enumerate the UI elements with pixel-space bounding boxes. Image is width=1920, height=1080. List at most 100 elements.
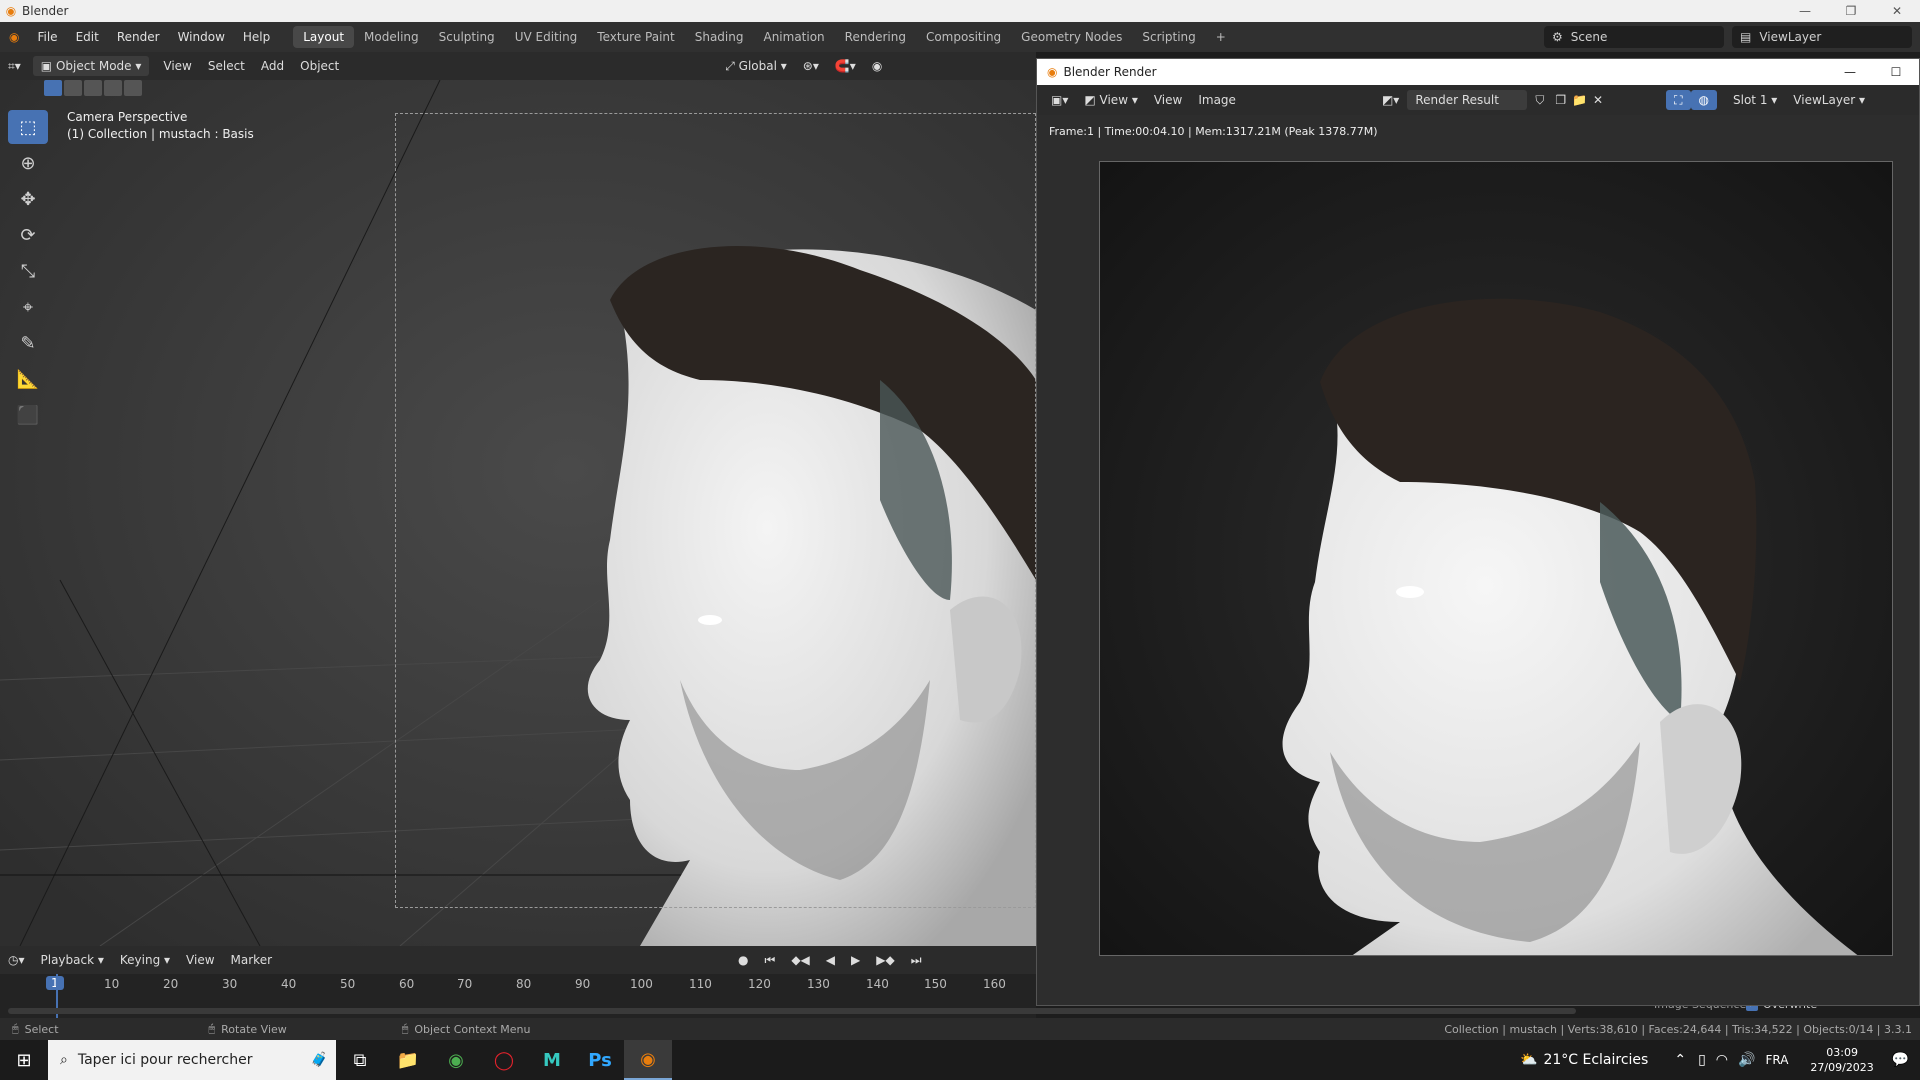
- overlay-toggle-icon[interactable]: ◍: [1690, 90, 1717, 110]
- render-viewlayer-dropdown[interactable]: ViewLayer ▾: [1785, 90, 1873, 110]
- timeline-menu-view[interactable]: View: [178, 950, 222, 970]
- select-box-icon[interactable]: ⬚: [8, 110, 48, 144]
- minimize-button[interactable]: —: [1782, 0, 1828, 22]
- pivot-icon[interactable]: ⊛▾: [795, 56, 827, 76]
- chrome-icon[interactable]: ◉: [432, 1040, 480, 1080]
- menu-window[interactable]: Window: [169, 30, 234, 44]
- prev-keyframe-icon[interactable]: ◆◀: [783, 950, 817, 970]
- timeline-scrollbar[interactable]: [8, 1008, 1576, 1014]
- timeline-menu-playback[interactable]: Playback ▾: [33, 950, 112, 970]
- image-browse-icon[interactable]: ◩▾: [1374, 90, 1407, 110]
- volume-icon[interactable]: 🔊: [1738, 1052, 1755, 1068]
- notification-icon[interactable]: 💬: [1892, 1052, 1909, 1068]
- transform-icon[interactable]: ⌖: [8, 290, 48, 324]
- task-view-icon[interactable]: ⧉: [336, 1040, 384, 1080]
- unlink-image-icon[interactable]: ✕: [1590, 90, 1606, 110]
- tab-uv-editing[interactable]: UV Editing: [505, 26, 588, 48]
- play-reverse-icon[interactable]: ◀: [818, 950, 843, 970]
- maya-icon[interactable]: M: [528, 1040, 576, 1080]
- current-frame-marker[interactable]: 1: [46, 976, 64, 990]
- play-icon[interactable]: ▶: [843, 950, 868, 970]
- viewport-menu-add[interactable]: Add: [253, 56, 292, 76]
- render-result-field[interactable]: Render Result: [1407, 90, 1528, 110]
- mode-dropdown[interactable]: ▣ Object Mode ▾: [32, 56, 150, 76]
- scale-icon[interactable]: ⤡: [8, 254, 48, 288]
- taskbar-search[interactable]: ⌕ Taper ici pour rechercher 🧳: [48, 1040, 336, 1080]
- tab-scripting[interactable]: Scripting: [1132, 26, 1205, 48]
- viewlayer-selector[interactable]: ▤ ViewLayer: [1732, 26, 1912, 48]
- new-image-icon[interactable]: ❐: [1552, 90, 1569, 110]
- next-keyframe-icon[interactable]: ▶◆: [868, 950, 902, 970]
- view-mode-dropdown[interactable]: ◩ View ▾: [1076, 90, 1145, 110]
- tab-geometry-nodes[interactable]: Geometry Nodes: [1011, 26, 1132, 48]
- select-intersect-icon[interactable]: [124, 80, 142, 96]
- image-editor-type-icon[interactable]: ▣▾: [1043, 90, 1076, 110]
- select-subtract-icon[interactable]: [84, 80, 102, 96]
- image-menu-image[interactable]: Image: [1190, 90, 1244, 110]
- render-result-image[interactable]: [1099, 161, 1893, 956]
- device-icon[interactable]: ▯: [1698, 1052, 1706, 1068]
- proportional-edit-icon[interactable]: ◉: [864, 56, 890, 76]
- file-explorer-icon[interactable]: 📁: [384, 1040, 432, 1080]
- menu-help[interactable]: Help: [234, 30, 279, 44]
- blender-taskbar-icon[interactable]: ◉: [624, 1040, 672, 1080]
- opera-icon[interactable]: ◯: [480, 1040, 528, 1080]
- cursor-icon[interactable]: ⊕: [8, 146, 48, 180]
- restore-button[interactable]: ❐: [1828, 0, 1874, 22]
- weather-text[interactable]: 21°C Eclaircies: [1543, 1052, 1648, 1068]
- tab-layout[interactable]: Layout: [293, 26, 355, 48]
- image-menu-view[interactable]: View: [1146, 90, 1190, 110]
- tab-modeling[interactable]: Modeling: [354, 26, 429, 48]
- select-extend-icon[interactable]: [64, 80, 82, 96]
- tab-animation[interactable]: Animation: [753, 26, 834, 48]
- select-new-icon[interactable]: [44, 80, 62, 96]
- timeline-menu-marker[interactable]: Marker: [223, 950, 280, 970]
- measure-icon[interactable]: 📐: [8, 362, 48, 396]
- viewport-menu-object[interactable]: Object: [292, 56, 347, 76]
- tab-rendering[interactable]: Rendering: [835, 26, 916, 48]
- record-icon[interactable]: ●: [730, 950, 756, 970]
- viewport-menu-select[interactable]: Select: [200, 56, 253, 76]
- rotate-icon[interactable]: ⟳: [8, 218, 48, 252]
- snap-icon[interactable]: 🧲▾: [827, 56, 864, 76]
- gizmo-toggle-icon[interactable]: ⛶: [1666, 90, 1691, 110]
- add-workspace-button[interactable]: +: [1206, 26, 1236, 48]
- transform-orientation-dropdown[interactable]: ⤢ Global ▾: [717, 56, 795, 76]
- timeline-editor-type-icon[interactable]: ◷▾: [0, 950, 33, 970]
- tray-chevron-icon[interactable]: ⌃: [1674, 1052, 1686, 1068]
- viewport-menu-view[interactable]: View: [155, 56, 199, 76]
- weather-icon[interactable]: ⛅: [1520, 1052, 1537, 1068]
- render-maximize-button[interactable]: ☐: [1873, 65, 1919, 79]
- language-indicator[interactable]: FRA: [1765, 1053, 1788, 1067]
- blender-menu-icon[interactable]: ◉: [0, 30, 28, 44]
- photoshop-icon[interactable]: Ps: [576, 1040, 624, 1080]
- menu-edit[interactable]: Edit: [67, 30, 108, 44]
- fake-user-shield-icon[interactable]: ⛉: [1527, 90, 1552, 110]
- tab-compositing[interactable]: Compositing: [916, 26, 1011, 48]
- clock[interactable]: 03:09 27/09/2023: [1810, 1045, 1873, 1075]
- scene-selector[interactable]: ⚙ Scene: [1544, 26, 1724, 48]
- move-icon[interactable]: ✥: [8, 182, 48, 216]
- frame-label: 130: [807, 977, 830, 991]
- open-image-folder-icon[interactable]: 📁: [1569, 90, 1590, 110]
- slot-dropdown[interactable]: Slot 1 ▾: [1725, 90, 1785, 110]
- menu-render[interactable]: Render: [108, 30, 169, 44]
- jump-end-icon[interactable]: ⏭: [903, 950, 930, 970]
- add-cube-icon[interactable]: ⬛: [8, 398, 48, 432]
- frame-ruler[interactable]: 1 10 20 30 40 50 60 70 80 90 100 110 120…: [0, 974, 1036, 996]
- menu-file[interactable]: File: [28, 30, 66, 44]
- render-result-label: Render Result: [1415, 93, 1499, 107]
- tab-shading[interactable]: Shading: [685, 26, 754, 48]
- annotate-icon[interactable]: ✎: [8, 326, 48, 360]
- network-icon[interactable]: ◠: [1716, 1052, 1728, 1068]
- close-button[interactable]: ✕: [1874, 0, 1920, 22]
- editor-type-icon[interactable]: ⌗▾: [0, 56, 29, 76]
- tab-sculpting[interactable]: Sculpting: [429, 26, 505, 48]
- select-invert-icon[interactable]: [104, 80, 122, 96]
- windows-start-icon[interactable]: ⊞: [0, 1040, 48, 1080]
- timeline-menu-keying[interactable]: Keying ▾: [112, 950, 178, 970]
- view-mode-label: View: [1099, 93, 1129, 107]
- render-minimize-button[interactable]: —: [1827, 65, 1873, 79]
- jump-start-icon[interactable]: ⏮: [757, 950, 784, 970]
- tab-texture-paint[interactable]: Texture Paint: [587, 26, 684, 48]
